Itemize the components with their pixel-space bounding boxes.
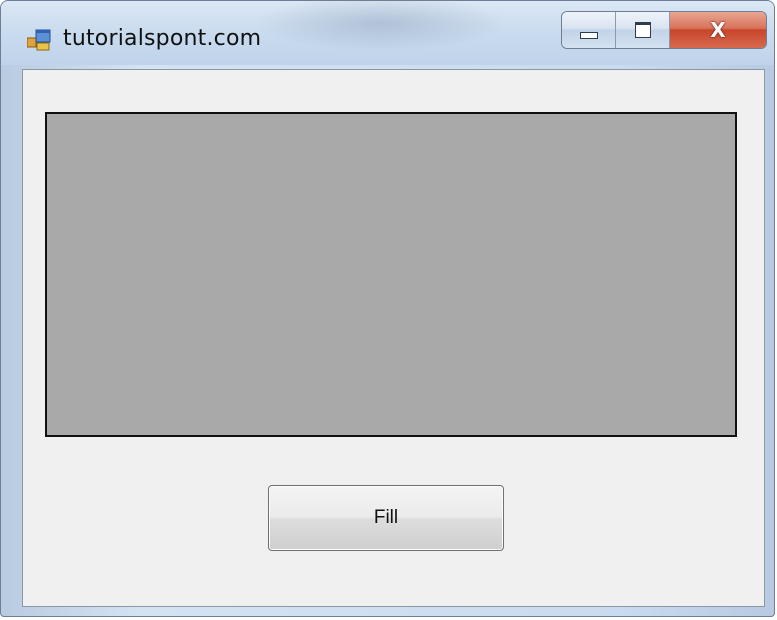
maximize-button[interactable] bbox=[616, 12, 670, 48]
fill-panel bbox=[45, 112, 737, 437]
close-button[interactable]: X bbox=[670, 12, 766, 48]
maximize-icon bbox=[634, 22, 651, 38]
application-window: tutorialspont.com X Fill bbox=[0, 0, 775, 617]
form-client-area: Fill bbox=[22, 69, 765, 607]
title-bar[interactable]: tutorialspont.com X bbox=[1, 1, 774, 65]
caption-buttons: X bbox=[561, 11, 767, 49]
fill-button-label: Fill bbox=[373, 507, 399, 528]
minimize-button[interactable] bbox=[562, 12, 616, 48]
fill-button[interactable]: Fill bbox=[268, 485, 504, 551]
close-icon: X bbox=[710, 18, 726, 42]
window-title: tutorialspont.com bbox=[63, 26, 262, 51]
minimize-icon bbox=[579, 31, 598, 39]
windows-form-icon bbox=[27, 29, 51, 51]
